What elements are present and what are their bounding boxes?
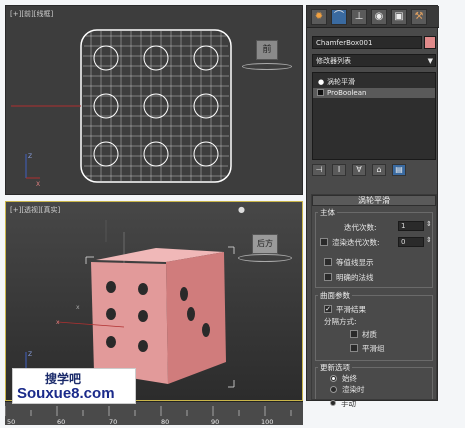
group-update-title: 更新选项	[318, 362, 352, 373]
stack-item-proboolean[interactable]: ProBoolean	[313, 88, 435, 98]
spinner-arrows-icon[interactable]: ⇕	[426, 236, 432, 244]
explicit-normals-checkbox[interactable]	[324, 273, 332, 281]
pin-icon[interactable]: ⊣	[312, 164, 326, 176]
object-name-field[interactable]: ChamferBox001	[312, 36, 422, 49]
render-iters-checkbox[interactable]	[320, 238, 328, 246]
tick-label: 60	[57, 418, 66, 426]
stack-buttons: ⊣ I ∀ ⌂ ▤	[312, 164, 436, 178]
tick-label: 70	[109, 418, 118, 426]
smooth-result-label: 平滑结果	[336, 305, 366, 314]
stack-item-turbosmooth[interactable]: ● 涡轮平滑	[313, 77, 435, 87]
hammer-icon[interactable]: ⚒	[411, 9, 427, 25]
turbosmooth-rollout: 涡轮平滑 主体 迭代次数: 1 ⇕ 渲染迭代次数: 0 ⇕ 等值线显示 明确的法…	[311, 194, 437, 400]
unique-icon[interactable]: ∀	[352, 164, 366, 176]
group-surface: 曲面参数 ✓ 平滑结果 分隔方式: 材质 平滑组	[315, 290, 433, 361]
modifier-list-label: 修改器列表	[316, 57, 351, 65]
update-manual-radio[interactable]	[330, 400, 336, 406]
show-end-icon[interactable]: I	[332, 164, 346, 176]
materials-checkbox[interactable]	[350, 330, 358, 338]
curve-icon[interactable]: ⌒	[331, 9, 347, 25]
command-panel: ✹ ⌒ ⊥ ◉ ▣ ⚒ ChamferBox001 修改器列表 ▼ ● 涡轮平滑…	[306, 5, 439, 401]
hierarchy-icon[interactable]: ⊥	[351, 9, 367, 25]
stack-item-label: ProBoolean	[327, 89, 367, 97]
svg-text:X: X	[36, 181, 40, 188]
group-main-title: 主体	[318, 207, 337, 218]
update-always-radio[interactable]	[330, 375, 337, 382]
watermark-en: Souxue8.com	[17, 385, 115, 402]
render-iters-label: 渲染迭代次数:	[332, 238, 380, 247]
group-surface-title: 曲面参数	[318, 290, 352, 301]
remove-icon[interactable]: ⌂	[372, 164, 386, 176]
viewcube-front[interactable]: 前	[256, 40, 278, 60]
isoline-checkbox[interactable]	[324, 258, 332, 266]
svg-text:Z: Z	[28, 351, 32, 358]
separate-label: 分隔方式:	[324, 317, 357, 326]
update-manual-label: 手动	[341, 399, 356, 408]
update-render-radio[interactable]	[330, 386, 337, 393]
display-icon[interactable]: ▣	[391, 9, 407, 25]
svg-text:x: x	[76, 304, 80, 311]
isoline-label: 等值线显示	[336, 258, 374, 267]
ruler-ticks	[5, 406, 292, 416]
stack-item-label: 涡轮平滑	[327, 78, 355, 86]
viewcube-ring[interactable]	[242, 63, 292, 70]
chevron-down-icon[interactable]: ▼	[428, 55, 433, 67]
iterations-label: 迭代次数:	[344, 223, 377, 232]
rollout-title[interactable]: 涡轮平滑	[312, 195, 436, 206]
object-color-swatch[interactable]	[424, 36, 436, 49]
smooth-result-checkbox[interactable]: ✓	[324, 305, 332, 313]
tick-label: 90	[211, 418, 220, 426]
tick-label: 50	[7, 418, 16, 426]
spinner-arrows-icon[interactable]: ⇕	[426, 220, 432, 228]
modifier-stack[interactable]: ● 涡轮平滑 ProBoolean	[312, 72, 436, 160]
front-viewport[interactable]: [+][前][线框] Z X 前	[5, 5, 303, 195]
group-main: 主体 迭代次数: 1 ⇕ 渲染迭代次数: 0 ⇕ 等值线显示 明确的法线	[315, 207, 433, 288]
sun-icon[interactable]: ✹	[311, 9, 327, 25]
iterations-spinner[interactable]: 1	[398, 221, 424, 231]
smoothing-groups-label: 平滑组	[362, 344, 385, 353]
square-icon	[317, 89, 324, 96]
configure-icon[interactable]: ▤	[392, 164, 406, 176]
update-always-label: 始终	[342, 374, 357, 383]
render-iters-spinner[interactable]: 0	[398, 237, 424, 247]
svg-text:x: x	[56, 319, 60, 326]
svg-text:Z: Z	[28, 153, 32, 160]
group-update: 更新选项 始终 渲染时	[315, 362, 433, 399]
modifier-list-dropdown[interactable]: 修改器列表 ▼	[312, 54, 436, 67]
materials-label: 材质	[362, 330, 377, 339]
tick-label: 80	[161, 418, 170, 426]
command-tabs: ✹ ⌒ ⊥ ◉ ▣ ⚒	[307, 6, 439, 28]
smoothing-groups-checkbox[interactable]	[350, 344, 358, 352]
bulb-icon[interactable]: ●	[318, 77, 324, 87]
timeline-ruler[interactable]: 50 60 70 80 90 100	[5, 401, 303, 426]
update-render-label: 渲染时	[342, 385, 365, 394]
viewcube-ring-persp[interactable]	[238, 254, 292, 262]
watermark-logo: 搜学吧 Souxue8.com	[12, 368, 136, 404]
explicit-normals-label: 明确的法线	[336, 273, 374, 282]
front-wireframe-box: Z X	[11, 29, 232, 188]
tick-label: 100	[261, 418, 274, 426]
motion-icon[interactable]: ◉	[371, 9, 387, 25]
viewcube-persp[interactable]: 后方	[252, 234, 278, 254]
